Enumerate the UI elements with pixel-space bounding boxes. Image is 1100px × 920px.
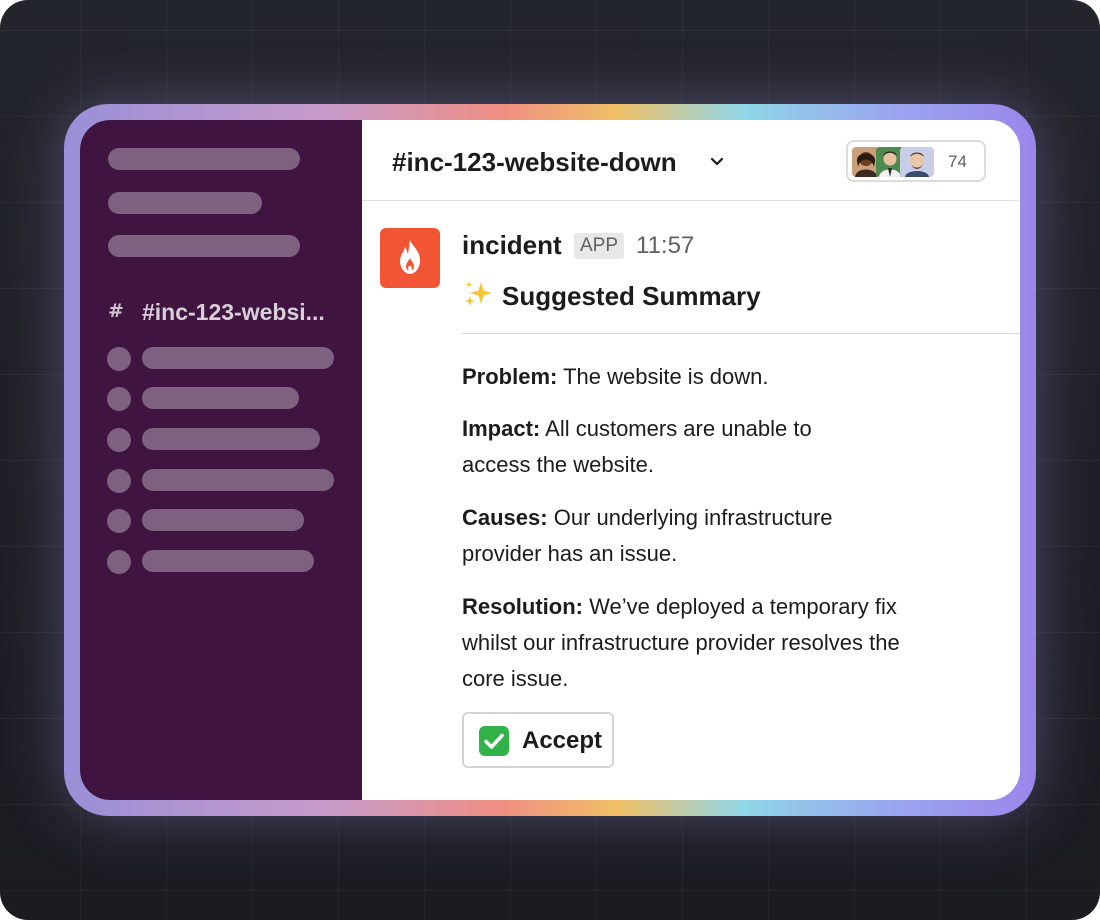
sidebar-placeholder-label <box>142 509 304 531</box>
message-timestamp[interactable]: 11:57 <box>636 232 694 260</box>
app-badge: APP <box>574 233 625 259</box>
avatar <box>107 550 131 574</box>
accept-label: Accept <box>522 727 603 754</box>
flame-icon <box>400 240 420 274</box>
avatar <box>107 347 131 371</box>
channel-header: #inc-123-website-down 74 <box>362 120 1020 201</box>
summary-field-problem: Problem: The website is down. <box>462 359 962 395</box>
summary-title: Suggested Summary <box>502 281 761 311</box>
avatar <box>900 147 934 177</box>
avatar <box>107 509 131 533</box>
channel-title: #inc-123-website-down <box>392 147 677 177</box>
divider <box>462 333 1020 334</box>
summary-field-causes: Causes: Our underlying infrastructure pr… <box>462 500 882 572</box>
channel-hash-icon: # <box>108 300 124 322</box>
field-label: Resolution: <box>462 594 583 619</box>
field-text: The website is down. <box>563 364 769 389</box>
summary-field-resolution: Resolution: We’ve deployed a temporary f… <box>462 589 942 697</box>
member-count: 74 <box>948 152 967 171</box>
sidebar-placeholder-label <box>142 469 334 491</box>
field-label: Causes: <box>462 505 548 530</box>
field-label: Impact: <box>462 416 541 441</box>
sidebar-placeholder-item[interactable] <box>108 235 300 257</box>
avatar <box>107 469 131 493</box>
sparkles-icon <box>465 281 492 306</box>
chevron-down-icon <box>710 157 724 166</box>
sidebar-placeholder-item[interactable] <box>108 148 300 170</box>
avatar <box>107 387 131 411</box>
sidebar-channel-label: #inc-123-websi... <box>142 299 325 325</box>
field-label: Problem: <box>462 364 558 389</box>
channel-pane: #inc-123-website-down 74 incident APP 11… <box>362 120 1020 800</box>
accept-button[interactable]: Accept <box>462 712 614 768</box>
members-button[interactable]: 74 <box>846 140 986 182</box>
summary-field-impact: Impact: All customers are unable to acce… <box>462 411 852 483</box>
avatar <box>107 428 131 452</box>
sidebar-placeholder-label <box>142 428 320 450</box>
background-canvas: # #inc-123-websi... #inc-123-website-dow… <box>0 0 1100 920</box>
chat-window: # #inc-123-websi... #inc-123-website-dow… <box>80 120 1020 800</box>
sidebar-placeholder-label <box>142 387 299 409</box>
sidebar-placeholder-label <box>142 347 334 369</box>
message-sender[interactable]: incident <box>462 230 562 261</box>
sidebar-placeholder-label <box>142 550 314 572</box>
incident-app-avatar[interactable] <box>380 228 440 288</box>
sidebar: # #inc-123-websi... <box>80 120 362 800</box>
check-mark-icon <box>479 726 509 756</box>
sidebar-placeholder-item[interactable] <box>108 192 262 214</box>
